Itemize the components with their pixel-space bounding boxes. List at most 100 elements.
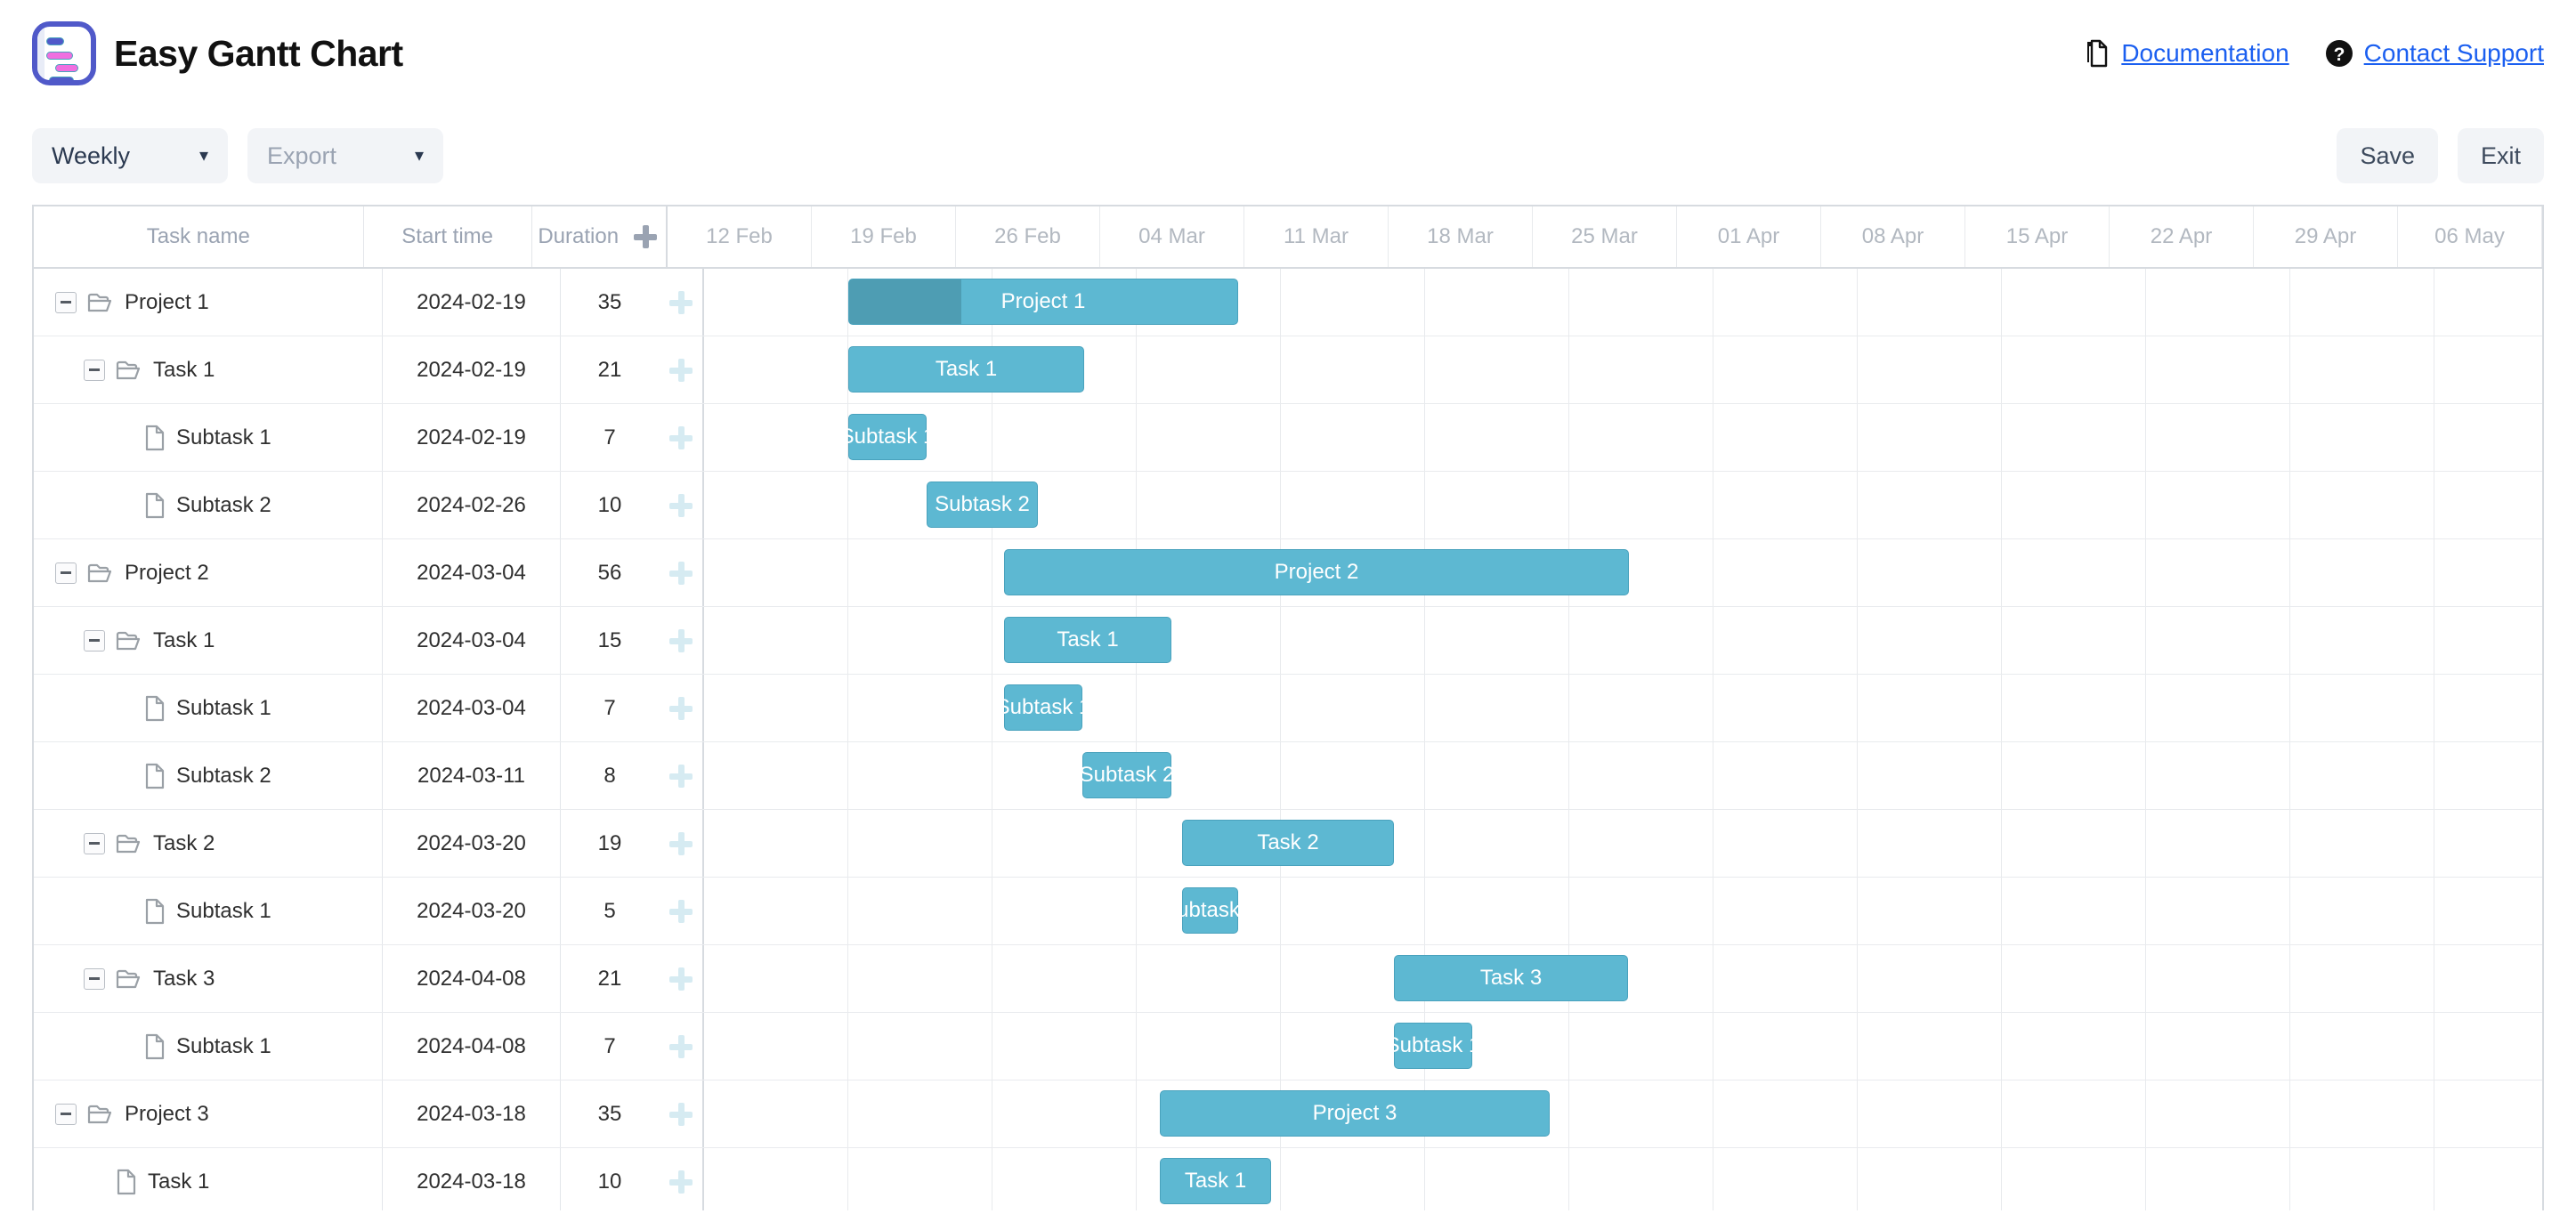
table-row[interactable]: Subtask 1 2024-03-20 5 Subtask 1: [34, 878, 2542, 945]
table-row[interactable]: Task 1 2024-02-19 21 Task 1: [34, 336, 2542, 404]
add-subtask-button[interactable]: [659, 336, 704, 403]
collapse-toggle[interactable]: [84, 967, 105, 990]
add-subtask-button[interactable]: [659, 269, 704, 336]
svg-text:?: ?: [2333, 45, 2345, 65]
gantt-bar-label: Task 3: [1479, 966, 1543, 990]
table-row[interactable]: Task 2 2024-03-20 19 Task 2: [34, 810, 2542, 878]
collapse-toggle[interactable]: [84, 629, 105, 652]
task-name-cell: Subtask 2: [34, 742, 383, 809]
task-name-cell: Task 3: [34, 945, 383, 1012]
folder-icon: [116, 629, 142, 652]
exit-button[interactable]: Exit: [2457, 128, 2544, 183]
table-row[interactable]: Subtask 2 2024-03-11 8 Subtask 2: [34, 742, 2542, 810]
add-subtask-button[interactable]: [659, 945, 704, 1012]
add-subtask-button[interactable]: [659, 607, 704, 674]
task-name-label: Project 1: [125, 289, 209, 314]
add-subtask-button[interactable]: [659, 539, 704, 606]
gantt-bar[interactable]: Task 3: [1394, 955, 1628, 1001]
timeline-lane: Subtask 2: [704, 742, 2542, 809]
duration-cell: 35: [597, 1101, 622, 1126]
add-subtask-button[interactable]: [659, 472, 704, 538]
start-time-cell: 2024-03-18: [383, 1080, 561, 1147]
gantt-bar[interactable]: Project 3: [1160, 1090, 1550, 1137]
collapse-toggle[interactable]: [55, 291, 77, 313]
timeline-column-header: 26 Feb: [956, 206, 1100, 267]
add-task-button[interactable]: [625, 206, 668, 267]
task-name-label: Subtask 1: [176, 898, 271, 923]
timeline-lane: Task 1: [704, 607, 2542, 674]
duration-cell: 19: [597, 830, 622, 855]
collapse-toggle[interactable]: [55, 562, 77, 584]
task-name-cell: Project 1: [34, 269, 383, 336]
timeline-lane: Project 3: [704, 1080, 2542, 1147]
gantt-bar[interactable]: Project 2: [1004, 549, 1629, 595]
export-select[interactable]: Export ▾: [247, 128, 443, 183]
gantt-bar-label: Subtask 1: [1385, 1033, 1481, 1057]
add-subtask-button[interactable]: [659, 1080, 704, 1147]
gantt-bar[interactable]: Task 1: [1160, 1158, 1271, 1204]
start-time-cell: 2024-02-19: [383, 404, 561, 471]
task-name-cell: Subtask 1: [34, 675, 383, 741]
task-name-label: Subtask 2: [176, 763, 271, 788]
task-name-cell: Project 3: [34, 1080, 383, 1147]
collapse-toggle[interactable]: [84, 359, 105, 381]
question-circle-icon: ?: [2325, 39, 2353, 68]
timeline-lane: Subtask 1: [704, 878, 2542, 944]
gantt-bar[interactable]: Project 1: [848, 279, 1238, 325]
duration-cell: 7: [603, 1033, 616, 1058]
file-icon: [144, 492, 166, 519]
save-button[interactable]: Save: [2337, 128, 2438, 183]
table-row[interactable]: Subtask 2 2024-02-26 10 Subtask 2: [34, 472, 2542, 539]
folder-icon: [116, 832, 142, 855]
table-row[interactable]: Subtask 1 2024-02-19 7 Subtask 1: [34, 404, 2542, 472]
gantt-bar-label: Task 1: [935, 357, 998, 381]
task-name-label: Project 3: [125, 1101, 209, 1126]
scale-select[interactable]: Weekly ▾: [32, 128, 228, 183]
duration-cell: 56: [597, 560, 622, 585]
gantt-bar[interactable]: Task 1: [848, 346, 1084, 393]
add-subtask-button[interactable]: [659, 810, 704, 877]
table-row[interactable]: Project 2 2024-03-04 56 Project 2: [34, 539, 2542, 607]
task-name-label: Task 1: [153, 357, 215, 382]
gantt-bar[interactable]: Subtask 1: [996, 684, 1090, 731]
duration-cell: 21: [597, 357, 622, 382]
duration-cell: 10: [597, 492, 622, 517]
task-name-label: Task 1: [153, 627, 215, 652]
gantt-bar[interactable]: Subtask 2: [1080, 752, 1174, 798]
add-subtask-button[interactable]: [659, 404, 704, 471]
start-time-cell: 2024-03-04: [383, 675, 561, 741]
timeline-column-header: 06 May: [2398, 206, 2542, 267]
gantt-bar[interactable]: Subtask 1: [1386, 1023, 1480, 1069]
timeline-lane: Subtask 1: [704, 675, 2542, 741]
table-row[interactable]: Task 3 2024-04-08 21 Task 3: [34, 945, 2542, 1013]
gantt-bar[interactable]: Subtask 1: [1162, 887, 1258, 934]
start-time-cell: 2024-03-20: [383, 810, 561, 877]
task-name-label: Subtask 1: [176, 1033, 271, 1058]
toolbar: Weekly ▾ Export ▾ Save Exit: [0, 107, 2576, 205]
task-name-label: Task 1: [148, 1169, 210, 1194]
gantt-bar[interactable]: Subtask 1: [840, 414, 935, 460]
collapse-toggle[interactable]: [84, 832, 105, 854]
add-subtask-button[interactable]: [659, 675, 704, 741]
documentation-link[interactable]: Documentation: [2084, 39, 2289, 68]
gantt-bar-label: Project 3: [1312, 1101, 1397, 1125]
table-row[interactable]: Subtask 1 2024-04-08 7 Subtask 1: [34, 1013, 2542, 1080]
add-subtask-button[interactable]: [659, 742, 704, 809]
gantt-bar[interactable]: Task 2: [1182, 820, 1394, 866]
task-name-label: Subtask 1: [176, 425, 271, 449]
gantt-bar[interactable]: Task 1: [1004, 617, 1171, 663]
collapse-toggle[interactable]: [55, 1103, 77, 1125]
add-subtask-button[interactable]: [659, 1013, 704, 1080]
gantt-bar[interactable]: Subtask 2: [927, 482, 1038, 528]
table-row[interactable]: Project 1 2024-02-19 35 Project 1: [34, 269, 2542, 336]
table-row[interactable]: Subtask 1 2024-03-04 7 Subtask 1: [34, 675, 2542, 742]
gantt-header-row: Task name Start time Duration 12 Feb 19 F…: [34, 206, 2542, 269]
add-subtask-button[interactable]: [659, 1148, 704, 1210]
add-subtask-button[interactable]: [659, 878, 704, 944]
start-time-cell: 2024-03-11: [383, 742, 561, 809]
table-row[interactable]: Task 1 2024-03-18 10 Task 1: [34, 1148, 2542, 1210]
contact-support-link[interactable]: ? Contact Support: [2325, 39, 2544, 68]
table-row[interactable]: Project 3 2024-03-18 35 Project 3: [34, 1080, 2542, 1148]
table-row[interactable]: Task 1 2024-03-04 15 Task 1: [34, 607, 2542, 675]
timeline-lane: Project 1: [704, 269, 2542, 336]
